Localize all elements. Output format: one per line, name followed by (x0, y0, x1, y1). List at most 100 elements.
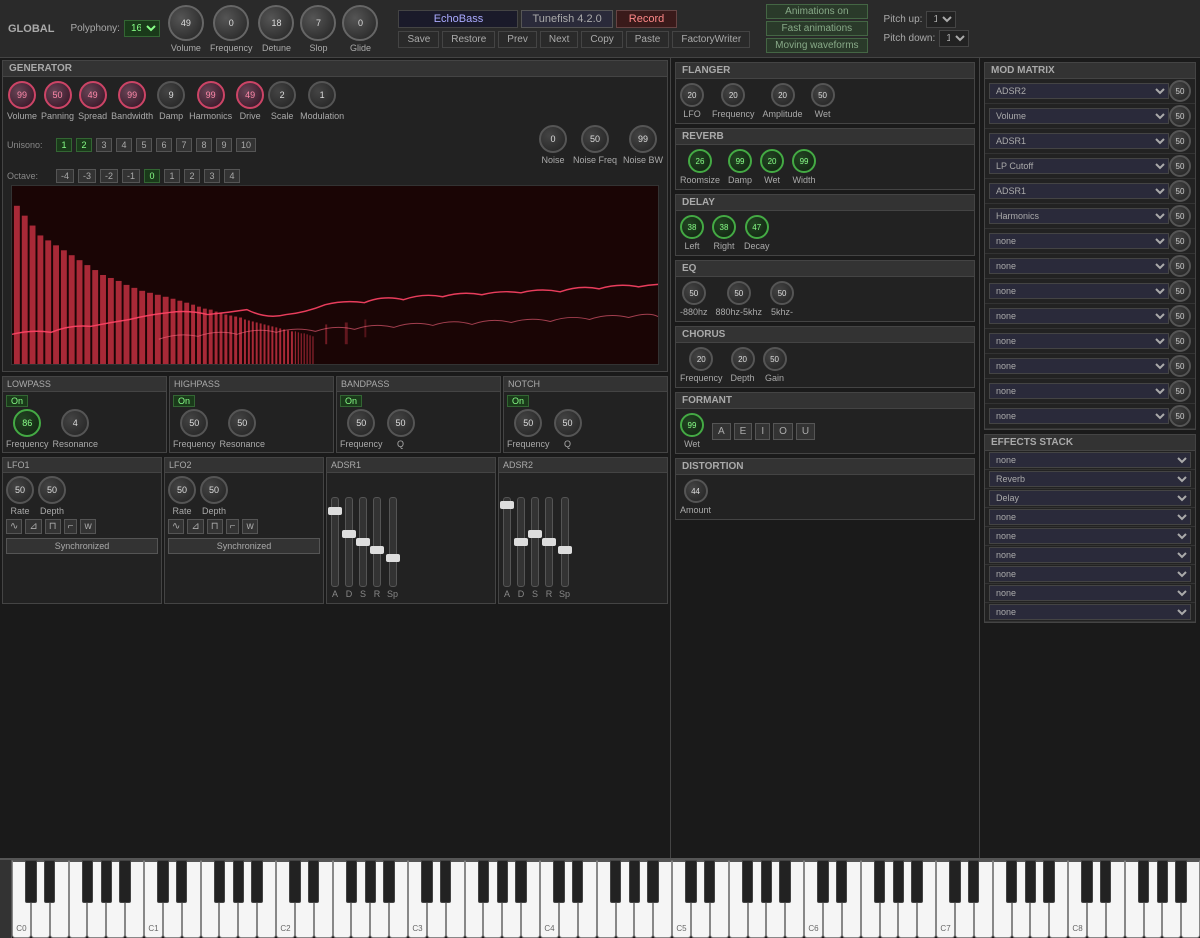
formant-o-btn[interactable]: O (773, 423, 793, 440)
black-key-6-1[interactable] (817, 860, 828, 903)
matrix-knob-9[interactable]: 50 (1169, 305, 1191, 327)
black-key-8-2[interactable] (1100, 860, 1111, 903)
matrix-select-10[interactable]: none (989, 333, 1169, 349)
delay-left-knob[interactable]: 38 (680, 215, 704, 239)
delay-decay-knob[interactable]: 47 (745, 215, 769, 239)
octave-4[interactable]: 4 (224, 169, 240, 183)
gen-scale-knob[interactable]: 2 (268, 81, 296, 109)
black-key-3-4[interactable] (478, 860, 489, 903)
formant-u-btn[interactable]: U (796, 423, 815, 440)
black-key-6-5[interactable] (893, 860, 904, 903)
matrix-knob-5[interactable]: 50 (1169, 205, 1191, 227)
formant-wet-knob[interactable]: 99 (680, 413, 704, 437)
black-key-4-1[interactable] (553, 860, 564, 903)
reverb-wet-knob[interactable]: 20 (760, 149, 784, 173)
octave-3[interactable]: 3 (204, 169, 220, 183)
black-key-1-1[interactable] (157, 860, 168, 903)
black-key-4-6[interactable] (647, 860, 658, 903)
black-key-6-4[interactable] (874, 860, 885, 903)
black-key-8-6[interactable] (1175, 860, 1186, 903)
black-key-1-4[interactable] (214, 860, 225, 903)
unisono-3[interactable]: 3 (96, 138, 112, 152)
lfo1-sine-btn[interactable]: ∿ (6, 519, 22, 534)
black-key-1-6[interactable] (251, 860, 262, 903)
black-key-0-5[interactable] (101, 860, 112, 903)
pitch-up-select[interactable]: 1 (926, 11, 956, 28)
formant-i-btn[interactable]: I (755, 423, 770, 440)
highpass-on-button[interactable]: On (173, 395, 195, 407)
next-button[interactable]: Next (540, 31, 579, 48)
black-key-4-4[interactable] (610, 860, 621, 903)
animations-on-button[interactable]: Animations on (766, 4, 867, 19)
lfo2-depth-knob[interactable]: 50 (200, 476, 228, 504)
notch-freq-knob[interactable]: 50 (514, 409, 542, 437)
factory-button[interactable]: FactoryWriter (672, 31, 750, 48)
black-key-0-4[interactable] (82, 860, 93, 903)
unisono-6[interactable]: 6 (156, 138, 172, 152)
reverb-damp-knob[interactable]: 99 (728, 149, 752, 173)
adsr2-s-track[interactable] (531, 497, 539, 587)
stack-select-3[interactable]: none (989, 509, 1191, 525)
lfo2-hold-btn[interactable]: ⌐ (226, 519, 240, 534)
pitch-down-select[interactable]: 1 (939, 30, 969, 47)
unisono-5[interactable]: 5 (136, 138, 152, 152)
octave--1[interactable]: -1 (122, 169, 140, 183)
unisono-4[interactable]: 4 (116, 138, 132, 152)
global-frequency-knob[interactable]: 0 (213, 5, 249, 41)
octave-1[interactable]: 1 (164, 169, 180, 183)
black-key-3-5[interactable] (497, 860, 508, 903)
adsr2-d-thumb[interactable] (514, 538, 528, 546)
chorus-freq-knob[interactable]: 20 (689, 347, 713, 371)
black-key-4-2[interactable] (572, 860, 583, 903)
black-key-2-6[interactable] (383, 860, 394, 903)
black-key-2-4[interactable] (346, 860, 357, 903)
paste-button[interactable]: Paste (626, 31, 670, 48)
save-button[interactable]: Save (398, 31, 439, 48)
matrix-select-9[interactable]: none (989, 308, 1169, 324)
highpass-res-knob[interactable]: 50 (228, 409, 256, 437)
matrix-knob-2[interactable]: 50 (1169, 130, 1191, 152)
lfo2-ramp-btn[interactable]: w (242, 519, 257, 534)
black-key-1-2[interactable] (176, 860, 187, 903)
piano-scroll-left[interactable] (0, 860, 12, 938)
global-detune-knob[interactable]: 18 (258, 5, 294, 41)
adsr2-r-track[interactable] (545, 497, 553, 587)
adsr2-sp-track[interactable] (561, 497, 569, 587)
copy-button[interactable]: Copy (581, 31, 622, 48)
matrix-knob-10[interactable]: 50 (1169, 330, 1191, 352)
adsr1-s-thumb[interactable] (356, 538, 370, 546)
stack-select-0[interactable]: none (989, 452, 1191, 468)
black-key-5-6[interactable] (779, 860, 790, 903)
adsr1-a-thumb[interactable] (328, 507, 342, 515)
fast-animations-button[interactable]: Fast animations (766, 21, 867, 36)
unisono-9[interactable]: 9 (216, 138, 232, 152)
moving-waveforms-button[interactable]: Moving waveforms (766, 38, 867, 53)
flanger-amp-knob[interactable]: 20 (771, 83, 795, 107)
matrix-select-5[interactable]: Harmonics (989, 208, 1169, 224)
black-key-7-5[interactable] (1025, 860, 1036, 903)
black-key-5-2[interactable] (704, 860, 715, 903)
matrix-select-3[interactable]: LP Cutoff (989, 158, 1169, 174)
black-key-7-6[interactable] (1043, 860, 1054, 903)
octave--2[interactable]: -2 (100, 169, 118, 183)
gen-drive-knob[interactable]: 49 (236, 81, 264, 109)
flanger-lfo-knob[interactable]: 20 (680, 83, 704, 107)
matrix-knob-1[interactable]: 50 (1169, 105, 1191, 127)
lfo1-sync-button[interactable]: Synchronized (6, 538, 158, 554)
global-slop-knob[interactable]: 7 (300, 5, 336, 41)
black-key-2-5[interactable] (365, 860, 376, 903)
adsr2-d-track[interactable] (517, 497, 525, 587)
stack-select-6[interactable]: none (989, 566, 1191, 582)
stack-select-5[interactable]: none (989, 547, 1191, 563)
black-key-8-1[interactable] (1081, 860, 1092, 903)
unisono-1[interactable]: 1 (56, 138, 72, 152)
noise-knob[interactable]: 0 (539, 125, 567, 153)
gen-volume-knob[interactable]: 99 (8, 81, 36, 109)
black-key-2-1[interactable] (289, 860, 300, 903)
black-key-4-5[interactable] (629, 860, 640, 903)
lowpass-on-button[interactable]: On (6, 395, 28, 407)
lfo2-saw-btn[interactable]: ⊿ (187, 519, 203, 534)
restore-button[interactable]: Restore (442, 31, 495, 48)
matrix-knob-3[interactable]: 50 (1169, 155, 1191, 177)
matrix-select-11[interactable]: none (989, 358, 1169, 374)
